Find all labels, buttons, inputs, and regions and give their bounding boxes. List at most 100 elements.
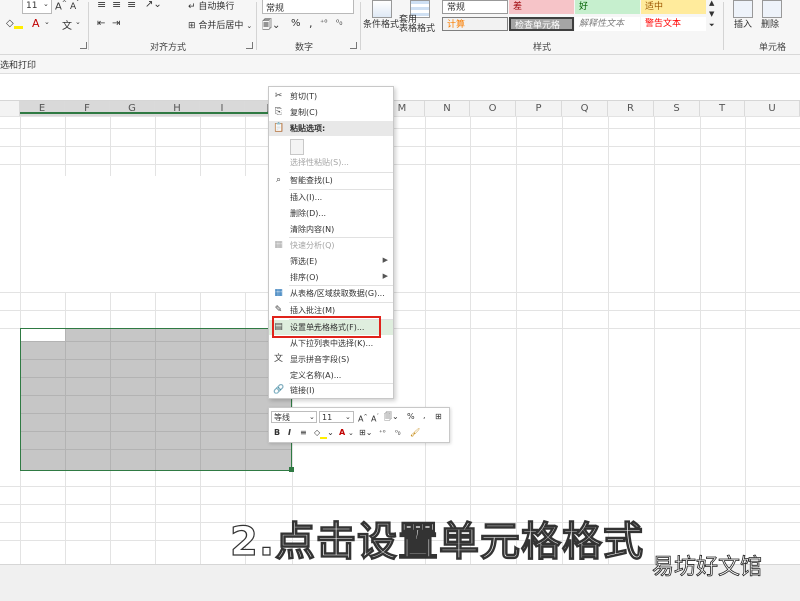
decrease-indent-icon[interactable]: ⇤ <box>97 18 105 29</box>
link-icon: 🔗 <box>273 385 285 395</box>
insert-button[interactable]: 插入 <box>729 0 755 38</box>
orientation-icon[interactable]: ↗⌄ <box>145 0 162 10</box>
menu-item-link[interactable]: 🔗 链接(I) <box>269 383 393 398</box>
menu-item-paste-special[interactable]: 选择性粘贴(S)... <box>269 155 393 170</box>
italic-button[interactable]: I <box>288 427 291 439</box>
decrease-font-icon[interactable]: Aˇ <box>70 0 79 12</box>
menu-item-copy[interactable]: ⎘ 复制(C) <box>269 105 393 120</box>
cell-style-label: 好 <box>579 2 589 12</box>
number-format-select[interactable]: 常规 <box>262 0 354 14</box>
menu-item-clear-contents[interactable]: 清除内容(N) <box>269 222 393 237</box>
column-header-S[interactable]: S <box>654 101 700 116</box>
gallery-down-icon[interactable]: ▼ <box>709 10 714 18</box>
percent-button[interactable]: % <box>407 411 415 423</box>
cell-style-explanatory[interactable]: 解释性文本 <box>575 17 640 31</box>
fill-color-icon[interactable]: ◇ ⌄ <box>314 427 334 439</box>
gallery-more-icon[interactable]: ⏷ <box>709 21 715 30</box>
currency-icon[interactable]: 🗐⌄ <box>384 411 399 423</box>
selected-range[interactable] <box>20 328 292 471</box>
conditional-format-button[interactable]: 条件格式 <box>363 0 400 38</box>
cell-style-normal[interactable]: 常规 <box>442 0 508 14</box>
menu-item-delete[interactable]: 删除(D)... <box>269 206 393 221</box>
wrap-text-button[interactable]: ↵ 自动换行 <box>188 0 234 12</box>
font-group-launcher-icon[interactable] <box>80 42 87 49</box>
menu-item-filter[interactable]: 筛选(E) ▶ <box>269 254 393 269</box>
borders-icon[interactable]: ⊞⌄ <box>359 427 372 439</box>
menu-item-label: 筛选(E) <box>290 257 318 266</box>
column-header-U[interactable]: U <box>745 101 800 116</box>
increase-decimal-icon[interactable]: ⁺⁰ <box>379 427 386 439</box>
increase-font-icon[interactable]: A^ <box>55 0 67 12</box>
increase-decimal-icon[interactable]: ⁺⁰ <box>320 18 327 27</box>
menu-item-smart-lookup[interactable]: ⌕ 智能查找(L) <box>269 173 393 188</box>
percent-button[interactable]: % <box>291 18 301 29</box>
cell-style-neutral[interactable]: 适中 <box>641 0 706 14</box>
paste-clipboard-icon[interactable] <box>290 139 304 155</box>
bold-button[interactable]: B <box>274 427 280 439</box>
menu-item-label: 快速分析(Q) <box>290 241 335 250</box>
format-painter-icon[interactable]: 🖌 <box>410 427 420 439</box>
menu-item-define-name[interactable]: 定义名称(A)... <box>269 368 393 383</box>
chevron-down-icon[interactable]: ⌄ <box>75 18 81 26</box>
align-center-icon[interactable]: ≡ <box>300 427 307 439</box>
cell-style-check-cell[interactable]: 检查单元格 <box>509 17 574 31</box>
decrease-font-icon[interactable]: Aˇ <box>371 411 379 426</box>
context-menu: ✂ 剪切(T) ⎘ 复制(C) 📋 粘贴选项: 选择性粘贴(S)... ⌕ 智能… <box>268 86 394 399</box>
menu-item-cut[interactable]: ✂ 剪切(T) <box>269 89 393 104</box>
active-cell[interactable] <box>21 329 65 341</box>
insert-label: 插入 <box>734 20 753 30</box>
merge-center-button[interactable]: ⊞ 合并后居中 ⌄ <box>188 18 252 31</box>
menu-item-get-data-from-table[interactable]: ▦ 从表格/区域获取数据(G)... <box>269 286 393 301</box>
chevron-down-icon[interactable]: ⌄ <box>345 411 351 423</box>
gridline <box>0 504 800 505</box>
increase-indent-icon[interactable]: ⇥ <box>112 18 120 29</box>
format-cells-icon[interactable]: ⊞ <box>435 411 442 423</box>
print-selection-button[interactable]: 选和打印 <box>0 58 36 71</box>
highlight-box <box>272 316 381 338</box>
gridline <box>654 116 655 564</box>
chevron-down-icon[interactable]: ⌄ <box>348 427 354 439</box>
conditional-format-label: 条件格式 <box>363 20 400 30</box>
align-center-icon[interactable]: ≡ <box>112 0 121 11</box>
align-left-icon[interactable]: ≡ <box>97 0 106 11</box>
menu-item-quick-analysis[interactable]: ▦ 快速分析(Q) <box>269 238 393 253</box>
menu-item-sort[interactable]: 排序(O) ▶ <box>269 270 393 285</box>
increase-font-icon[interactable]: A^ <box>358 411 368 426</box>
menu-item-label: 剪切(T) <box>290 92 318 101</box>
column-header-partial[interactable] <box>0 101 20 116</box>
chevron-down-icon[interactable]: ⌄ <box>309 411 315 423</box>
menu-item-insert[interactable]: 插入(I)... <box>269 190 393 205</box>
gallery-up-icon[interactable]: ▲ <box>709 0 714 7</box>
cell-style-bad[interactable]: 差 <box>509 0 574 14</box>
chevron-down-icon[interactable]: ⌄ <box>44 18 50 26</box>
currency-icon[interactable]: 🗐⌄ <box>262 18 280 35</box>
phonetic-guide-icon[interactable]: 文 <box>62 17 72 32</box>
fill-color-icon[interactable]: ◇ <box>6 18 23 29</box>
fill-handle[interactable] <box>289 467 294 472</box>
menu-item-show-phonetic[interactable]: 文 显示拼音字段(S) <box>269 352 393 367</box>
alignment-group-launcher-icon[interactable] <box>246 42 253 49</box>
menu-item-pick-from-dropdown[interactable]: 从下拉列表中选择(K)... <box>269 336 393 351</box>
font-size-box[interactable]: 11 ⌄ <box>22 0 52 14</box>
align-right-icon[interactable]: ≡ <box>127 0 136 11</box>
font-color-icon[interactable]: A <box>339 427 345 439</box>
cell-style-calculation[interactable]: 计算 <box>442 17 508 31</box>
comma-button[interactable]: , <box>309 17 313 30</box>
format-as-table-button[interactable]: 套用 表格格式 <box>398 0 438 38</box>
cell-styles-gallery[interactable]: 常规 差 好 适中 计算 检查单元格 解释性文本 警告文本 ▲ ▼ ⏷ <box>442 0 718 34</box>
column-header-N[interactable]: N <box>425 101 470 116</box>
column-header-P[interactable]: P <box>516 101 562 116</box>
decrease-decimal-icon[interactable]: ⁰₀ <box>336 18 342 27</box>
comma-button[interactable]: , <box>423 410 426 422</box>
cell-style-warning[interactable]: 警告文本 <box>641 17 706 31</box>
font-color-icon[interactable]: A <box>32 17 40 30</box>
cell-style-good[interactable]: 好 <box>575 0 640 14</box>
menu-item-label: 粘贴选项: <box>290 124 326 133</box>
column-header-O[interactable]: O <box>470 101 516 116</box>
column-header-T[interactable]: T <box>700 101 745 116</box>
delete-button[interactable]: 删除 <box>758 0 784 38</box>
number-group-launcher-icon[interactable] <box>350 42 357 49</box>
decrease-decimal-icon[interactable]: ⁰₀ <box>395 427 401 439</box>
column-header-R[interactable]: R <box>608 101 654 116</box>
column-header-Q[interactable]: Q <box>562 101 608 116</box>
